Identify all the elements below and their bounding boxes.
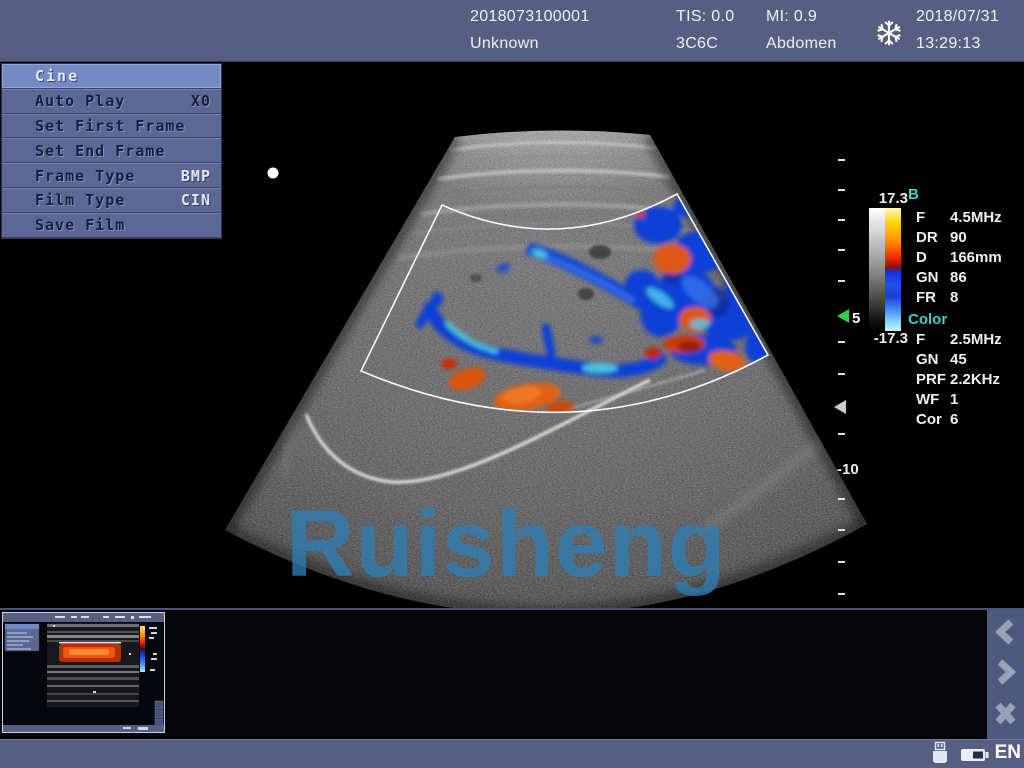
param-row: D166mm <box>916 249 1024 266</box>
freeze-snowflake-icon <box>875 19 903 47</box>
cine-thumbnail[interactable] <box>2 612 165 733</box>
thumbnail-prev-button[interactable] <box>1000 622 1011 642</box>
menu-item-set-first-frame[interactable]: Set First Frame <box>2 114 221 139</box>
param-row: DR90 <box>916 229 1024 246</box>
menu-header-cine[interactable]: Cine <box>2 64 221 89</box>
thumbnail-delete-button[interactable] <box>998 705 1013 722</box>
menu-item-save-film[interactable]: Save Film <box>2 213 221 238</box>
param-row: F4.5MHz <box>916 209 1024 226</box>
param-row: WF1 <box>916 391 1024 408</box>
menu-item-auto-play[interactable]: Auto Play X0 <box>2 89 221 114</box>
cine-menu-panel: Cine Auto Play X0 Set First Frame Set En… <box>1 63 222 239</box>
date-display: 2018/07/31 <box>916 8 999 26</box>
menu-item-frame-type[interactable]: Frame Type BMP <box>2 163 221 188</box>
color-mode-title: Color <box>908 311 947 328</box>
usb-icon <box>930 741 950 767</box>
tis-readout: TIS: 0.0 <box>676 8 734 26</box>
param-row: GN45 <box>916 351 1024 368</box>
tgc-marker[interactable] <box>834 400 846 414</box>
param-row: PRF2.2KHz <box>916 371 1024 388</box>
focus-marker[interactable] <box>837 309 849 323</box>
param-row: F2.5MHz <box>916 331 1024 348</box>
title-bar: 2018073100001 Unknown TIS: 0.0 3C6C MI: … <box>0 0 1024 62</box>
cursor-dot[interactable] <box>268 168 279 179</box>
grayscale-bar <box>869 208 885 331</box>
depth-label: -10 <box>837 461 859 478</box>
watermark-text: Ruisheng <box>286 491 727 597</box>
patient-id: 2018073100001 <box>470 8 590 26</box>
b-mode-title: B <box>908 186 919 203</box>
menu-item-film-type[interactable]: Film Type CIN <box>2 188 221 213</box>
filmstrip-nav <box>987 610 1024 739</box>
status-bar: EN <box>0 739 1024 768</box>
ultrasound-system-screen: 2018073100001 Unknown TIS: 0.0 3C6C MI: … <box>0 0 1024 768</box>
doppler-color-bar <box>885 208 901 331</box>
battery-icon <box>960 747 990 763</box>
thumbnail-preview-image <box>3 613 164 732</box>
ultrasound-image: Ruisheng <box>222 124 884 670</box>
menu-item-set-end-frame[interactable]: Set End Frame <box>2 138 221 163</box>
param-row: Cor6 <box>916 411 1024 428</box>
focus-depth-value: 5 <box>852 310 860 327</box>
probe-name: 3C6C <box>676 35 718 53</box>
patient-name: Unknown <box>470 35 539 53</box>
velocity-scale-min: -17.3 <box>856 330 908 347</box>
param-row: FR8 <box>916 289 1024 306</box>
exam-preset: Abdomen <box>766 35 837 53</box>
velocity-scale-max: 17.3 <box>862 190 908 207</box>
param-row: GN86 <box>916 269 1024 286</box>
thumbnail-next-button[interactable] <box>1000 662 1011 682</box>
language-indicator[interactable]: EN <box>995 742 1021 764</box>
mi-readout: MI: 0.9 <box>766 8 817 26</box>
time-display: 13:29:13 <box>916 35 981 53</box>
thumbnail-filmstrip <box>0 610 1024 739</box>
